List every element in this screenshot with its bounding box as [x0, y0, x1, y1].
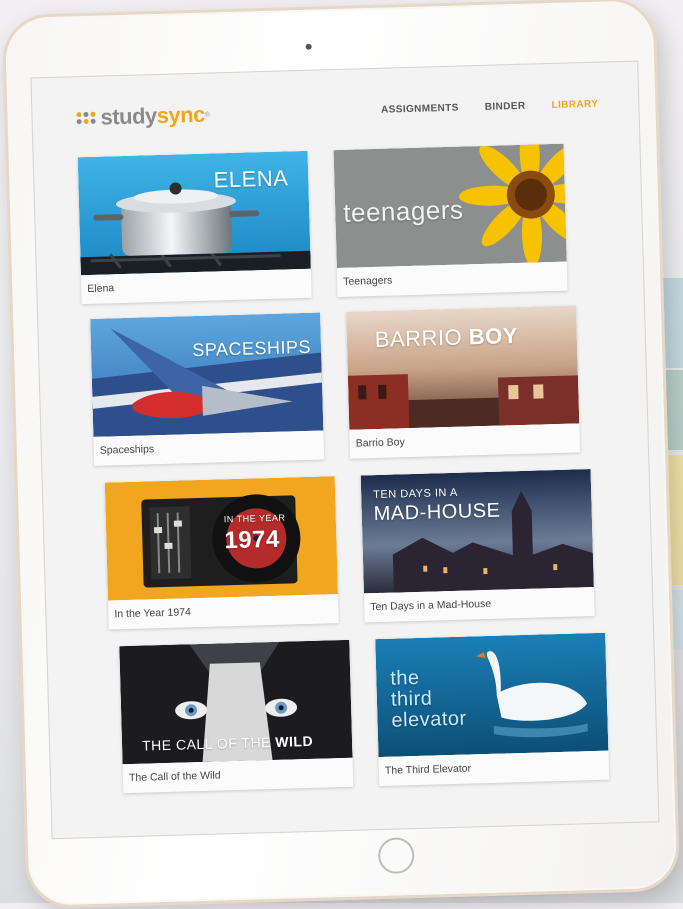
cover-elena: ELENA [77, 150, 311, 276]
home-button[interactable] [377, 837, 415, 875]
cover-title: the third elevator [390, 667, 467, 732]
cover-teenagers: teenagers [333, 143, 567, 269]
card-label: Teenagers [343, 274, 393, 288]
cover-title-small: TEN DAYS IN A [373, 486, 458, 502]
card-label: Ten Days in a Mad-House [370, 597, 492, 614]
cover-spaceships: SPACESHIPS [90, 312, 324, 437]
library-card-barrio-boy[interactable]: BARRIO BOY Barrio Boy [346, 305, 581, 459]
logo-mark: ® [204, 111, 210, 119]
cover-title-part: WILD [275, 732, 314, 750]
cover-title-small: IN THE YEAR [223, 512, 286, 525]
app-header: study sync ® ASSIGNMENTS BINDER LIBRARY [31, 62, 639, 149]
library-card-the-call-of-the-wild[interactable]: THE CALL OF THE WILD The Call of the Wil… [119, 639, 354, 794]
cover-barrio-boy: BARRIO BOY [346, 305, 580, 430]
cover-title: BARRIO BOY [374, 323, 518, 353]
card-label: In the Year 1974 [114, 606, 192, 621]
studysync-logo[interactable]: study sync ® [76, 102, 210, 132]
cover-title-large: MAD-HOUSE [373, 499, 501, 526]
card-label: Barrio Boy [355, 436, 405, 450]
logo-accent-text: sync [156, 101, 206, 129]
camera-icon [305, 43, 312, 50]
library-card-elena[interactable]: ELENA Elena [77, 150, 312, 305]
cover-title: ELENA [213, 165, 289, 193]
nav-binder[interactable]: BINDER [485, 101, 526, 113]
cover-title: teenagers [342, 194, 464, 228]
cover-title-part: BOY [468, 323, 519, 350]
cover-title-part: BARRIO [374, 324, 463, 353]
cover-the-third-elevator: the third elevator [375, 632, 609, 758]
card-label: The Third Elevator [384, 762, 472, 777]
cover-in-the-year-1974: IN THE YEAR 1974 [104, 476, 338, 601]
cover-title-line: elevator [391, 707, 467, 732]
library-grid: ELENA Elena teenagers Teenagers SPACESHI… [77, 143, 610, 794]
card-label: The Call of the Wild [128, 769, 221, 785]
tablet-device: studysync® ASSIGNMENTS BINDER LIBRARY [1, 0, 681, 909]
cover-title: SPACESHIPS [192, 336, 312, 361]
library-card-the-third-elevator[interactable]: the third elevator The Third Elevator [375, 632, 610, 787]
cover-the-call-of-the-wild: THE CALL OF THE WILD [119, 639, 353, 765]
app-screen: studysync® ASSIGNMENTS BINDER LIBRARY [30, 60, 660, 840]
logo-dots-icon [76, 111, 96, 125]
logo-text: study [100, 103, 158, 130]
cover-title-line: the [390, 666, 420, 690]
cover-ten-days-in-a-mad-house: TEN DAYS IN A MAD-HOUSE [360, 469, 594, 594]
library-card-teenagers[interactable]: teenagers Teenagers [333, 143, 568, 298]
library-card-spaceships[interactable]: SPACESHIPS Spaceships [90, 312, 325, 466]
main-nav: ASSIGNMENTS BINDER LIBRARY [381, 99, 599, 116]
card-label: Spaceships [99, 443, 155, 457]
library-card-in-the-year-1974[interactable]: IN THE YEAR 1974 In the Year 1974 [104, 476, 339, 630]
cover-title-large: 1974 [224, 525, 281, 555]
nav-assignments[interactable]: ASSIGNMENTS [381, 103, 459, 116]
library-card-ten-days-in-a-mad-house[interactable]: TEN DAYS IN A MAD-HOUSE Ten Days in a Ma… [360, 469, 595, 623]
card-label: Elena [87, 282, 115, 296]
nav-library[interactable]: LIBRARY [551, 99, 598, 111]
